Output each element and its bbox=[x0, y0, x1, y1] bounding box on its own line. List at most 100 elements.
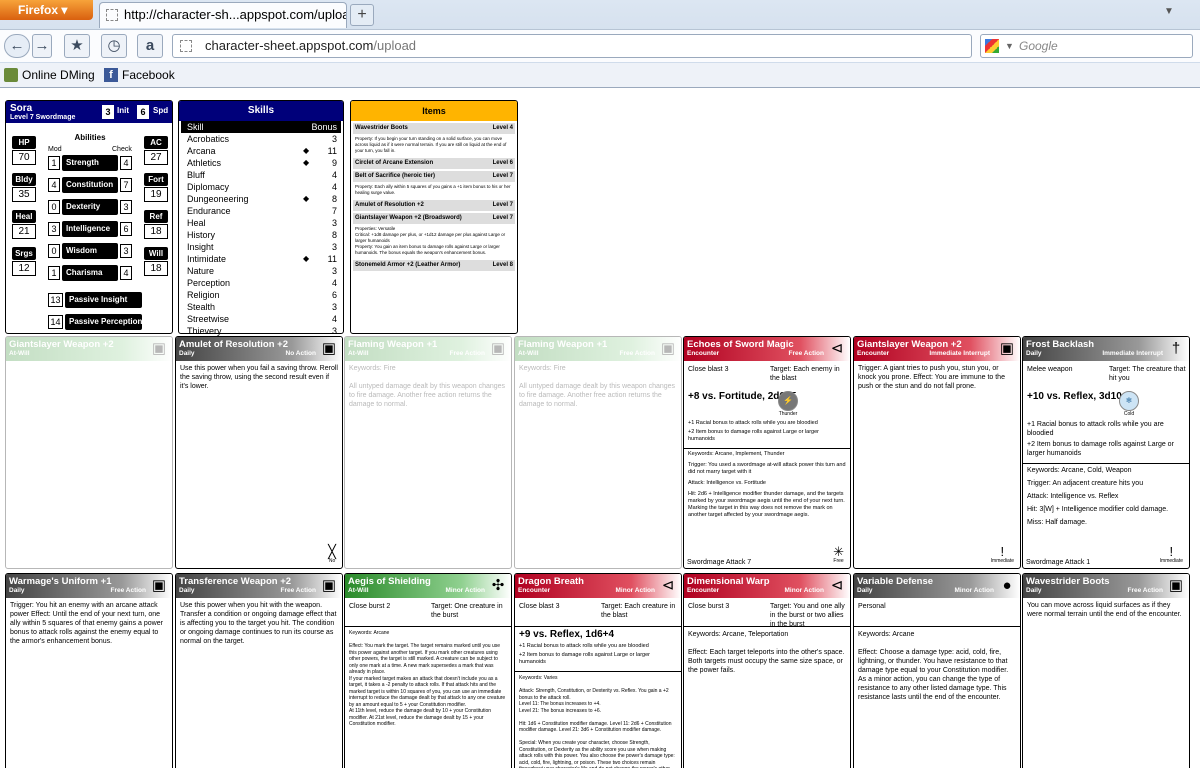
bookmark-online-dming[interactable]: Online DMing bbox=[4, 63, 95, 87]
card-body: Trigger: You hit an enemy with an arcane… bbox=[10, 602, 163, 645]
trained-diamond-icon: ◆ bbox=[303, 146, 310, 155]
power-card-flaming-weapon-1[interactable]: Flaming Weapon +1 At-Will Free Action ▣ Keyw… bbox=[344, 336, 512, 569]
init-value: 3 bbox=[102, 105, 114, 119]
ability-mod: 4 bbox=[48, 178, 60, 192]
skill-row: Diplomacy 4 bbox=[181, 181, 341, 193]
card-header: Dimensional Warp Encounter Minor Action ⊲ bbox=[684, 574, 850, 598]
item-header: Giantslayer Weapon +2 (Broadsword) Level … bbox=[353, 213, 515, 224]
power-card-wavestrider-boots[interactable]: Wavestrider Boots Daily Free Action ▣ You ca… bbox=[1022, 573, 1190, 768]
power-card-aegis-of-shielding[interactable]: Aegis of Shielding At-Will Minor Action ✣ Cl… bbox=[344, 573, 512, 768]
stat-fortitude: Fort 19 bbox=[144, 173, 168, 202]
passive-name: Passive Insight bbox=[65, 292, 142, 308]
skill-row: Dungeoneering ◆ 8 bbox=[181, 193, 341, 205]
list-tabs-icon[interactable]: ▼ bbox=[1164, 6, 1174, 17]
card-title: Flaming Weapon +1 bbox=[518, 339, 608, 350]
power-card-flaming-weapon-1[interactable]: Flaming Weapon +1 At-Will Free Action ▣ Keyw… bbox=[514, 336, 682, 569]
cold-icon: ❄ Cold bbox=[1119, 391, 1139, 417]
card-header: Giantslayer Weapon +2 Encounter Immediat… bbox=[854, 337, 1020, 361]
treasure-chest-icon: ▣ bbox=[490, 340, 506, 357]
ability-name: Constitution bbox=[62, 177, 118, 193]
card-title: Wavestrider Boots bbox=[1026, 576, 1110, 587]
power-card-echoes-of-sword-magic[interactable]: Echoes of Sword Magic Encounter Free Act… bbox=[683, 336, 851, 569]
history-clock-icon[interactable]: ◷ bbox=[101, 34, 127, 58]
card-bullet: +2 Item bonus to damage rolls against La… bbox=[1027, 441, 1174, 457]
thunder-label: Thunder bbox=[778, 411, 798, 417]
card-body: Use this power when you hit with the wea… bbox=[180, 602, 337, 645]
search-placeholder: Google bbox=[1019, 39, 1058, 53]
skill-bonus: 6 bbox=[331, 290, 337, 300]
card-bullet: +1 Racial bonus to attack rolls while yo… bbox=[519, 643, 649, 649]
skill-bonus: 4 bbox=[331, 314, 337, 324]
skill-name: Arcana bbox=[187, 146, 216, 156]
power-card-giantslayer-weapon-2[interactable]: Giantslayer Weapon +2 At-Will ▣ bbox=[5, 336, 173, 569]
firefox-menu-button[interactable]: Firefox ▾ bbox=[0, 0, 93, 20]
skill-bonus: 11 bbox=[327, 254, 337, 264]
new-tab-button[interactable]: + bbox=[350, 4, 374, 26]
skill-row: Endurance 7 bbox=[181, 205, 341, 217]
power-card-amulet-of-resolution-2[interactable]: Amulet of Resolution +2 Daily No Action ▣ Us… bbox=[175, 336, 343, 569]
card-attack: +8 vs. Fortitude, 2d6+5 ⚡ Thunder bbox=[684, 389, 850, 419]
skill-bonus: 3 bbox=[331, 218, 337, 228]
skill-row: Religion 6 bbox=[181, 289, 341, 301]
power-card-giantslayer-interrupt[interactable]: Giantslayer Weapon +2 Encounter Immediat… bbox=[853, 336, 1021, 569]
power-card-dragon-breath[interactable]: Dragon Breath Encounter Minor Action ⊲ Close… bbox=[514, 573, 682, 768]
card-attack-line: +9 vs. Reflex, 1d6+4 bbox=[519, 629, 615, 640]
speed-label: Spd bbox=[153, 106, 169, 115]
search-input[interactable]: ▼ Google bbox=[980, 34, 1193, 58]
card-action: Free Action bbox=[619, 350, 655, 357]
card-target: Target: The creature that hit you bbox=[1109, 366, 1186, 382]
card-bullet: +2 Item bonus to damage rolls against La… bbox=[519, 652, 651, 665]
skill-row: Athletics ◆ 9 bbox=[181, 157, 341, 169]
card-header: Variable Defense Daily Minor Action ● bbox=[854, 574, 1020, 598]
card-title: Dimensional Warp bbox=[687, 576, 770, 587]
power-card-dimensional-warp[interactable]: Dimensional Warp Encounter Minor Action ⊲ Cl… bbox=[683, 573, 851, 768]
skill-bonus: 9 bbox=[331, 158, 337, 168]
card-header: Flaming Weapon +1 At-Will Free Action ▣ bbox=[515, 337, 681, 361]
card-action: Free Action bbox=[449, 350, 485, 357]
back-button[interactable]: ← bbox=[4, 34, 30, 58]
card-keywords: Keywords: Arcane, Implement, Thunder bbox=[688, 451, 785, 457]
item-entry: Wavestrider Boots Level 4 Property: If you… bbox=[353, 123, 515, 156]
ability-mod: 1 bbox=[48, 156, 60, 170]
power-card-warmage-s-uniform-1[interactable]: Warmage's Uniform +1 Daily Free Action ▣ Tri… bbox=[5, 573, 173, 768]
power-card-frost-backlash[interactable]: Frost Backlash Daily Immediate Interrupt… bbox=[1022, 336, 1190, 569]
site-identity-icon bbox=[180, 40, 192, 52]
stat-ac: AC 27 bbox=[144, 136, 168, 165]
skill-row: History 8 bbox=[181, 229, 341, 241]
google-icon[interactable] bbox=[985, 39, 999, 53]
skill-name: Insight bbox=[187, 242, 214, 252]
card-frequency: Daily bbox=[179, 587, 195, 594]
bookmarks-icon[interactable]: ★ bbox=[64, 34, 90, 58]
card-footer: Swordmage Attack 7 bbox=[687, 559, 752, 566]
item-description: Property: If you begin your turn standin… bbox=[355, 136, 507, 153]
immediate-label: Immediate bbox=[990, 558, 1014, 564]
passive-value: 13 bbox=[48, 293, 63, 307]
amazon-icon[interactable]: a bbox=[137, 34, 163, 58]
chevron-down-icon[interactable]: ▼ bbox=[1005, 35, 1014, 57]
card-range-target: Melee weapon Target: The creature that hi… bbox=[1023, 361, 1189, 389]
forward-button[interactable]: → bbox=[32, 34, 52, 58]
skill-bonus: 3 bbox=[331, 242, 337, 252]
card-keywords: Keywords: Arcane, Cold, Weapon bbox=[1027, 467, 1132, 474]
bookmark-facebook[interactable]: f Facebook bbox=[104, 63, 175, 87]
browser-tab[interactable]: http://character-sh...appspot.com/upload bbox=[99, 2, 347, 28]
card-title: Giantslayer Weapon +2 bbox=[9, 339, 114, 350]
bookmarks-toolbar: Online DMing f Facebook bbox=[0, 63, 1200, 87]
check-label: Check bbox=[112, 146, 132, 153]
abilities-title: Abilities bbox=[74, 133, 106, 142]
treasure-chest-icon: ▣ bbox=[660, 340, 676, 357]
url-bar[interactable]: character-sheet.appspot.com/upload ☆ ▽ ↻ bbox=[172, 34, 1140, 59]
card-range: Melee weapon bbox=[1027, 366, 1073, 373]
power-card-variable-defense[interactable]: Variable Defense Daily Minor Action ● Person… bbox=[853, 573, 1021, 768]
item-header: Belt of Sacrifice (heroic tier) Level 7 bbox=[353, 171, 515, 182]
card-action: No Action bbox=[285, 350, 316, 357]
ability-check: 3 bbox=[120, 244, 132, 258]
card-action: Free Action bbox=[1127, 587, 1163, 594]
items-title: Items bbox=[351, 101, 517, 121]
item-level: Level 7 bbox=[492, 202, 513, 208]
ability-constitution: 4 Constitution 7 bbox=[48, 177, 134, 193]
skill-row: Heal 3 bbox=[181, 217, 341, 229]
ability-name: Intelligence bbox=[62, 221, 118, 237]
ability-name: Wisdom bbox=[62, 243, 118, 259]
power-card-transference-weapon-2[interactable]: Transference Weapon +2 Daily Free Action ▣ U… bbox=[175, 573, 343, 768]
